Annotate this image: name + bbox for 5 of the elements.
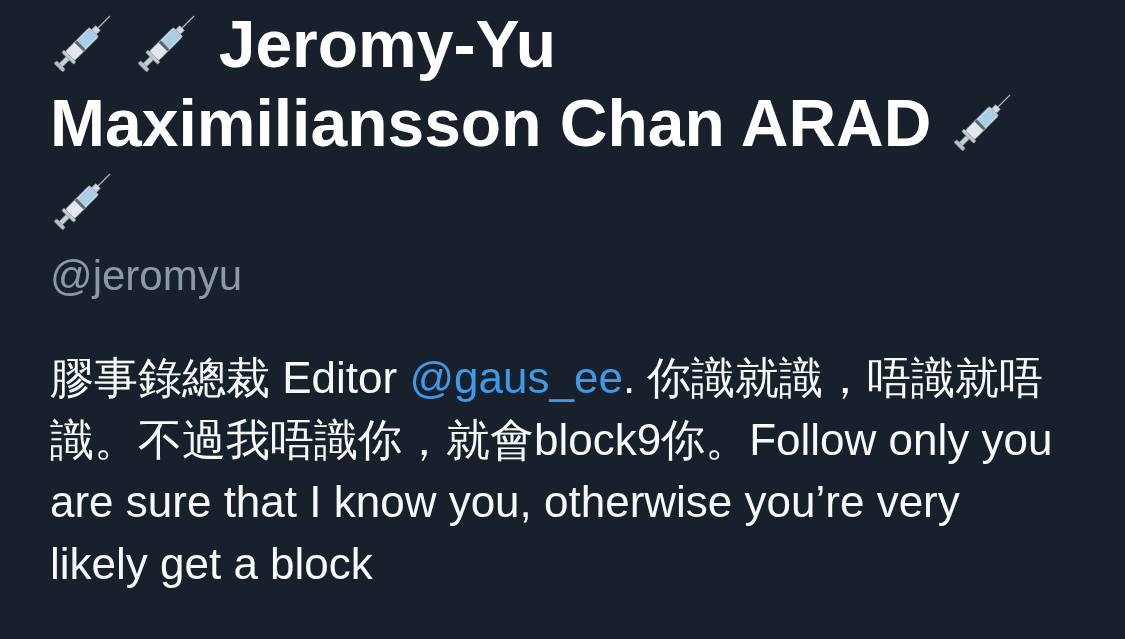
user-handle: @jeromyu — [50, 252, 242, 299]
display-name: Maximiliansson Chan ARAD — [50, 86, 932, 160]
display-name: Jeromy-Yu — [218, 7, 557, 81]
bio-text: 膠事錄總裁 Editor @gaus_ee. 你識就識，唔識就唔識。不過我唔識你，就會block9你。Follow only you are sure that I know you, otherwise you’re very likely get a block — [50, 352, 1054, 590]
mention-link[interactable]: @gaus_ee — [409, 353, 623, 402]
